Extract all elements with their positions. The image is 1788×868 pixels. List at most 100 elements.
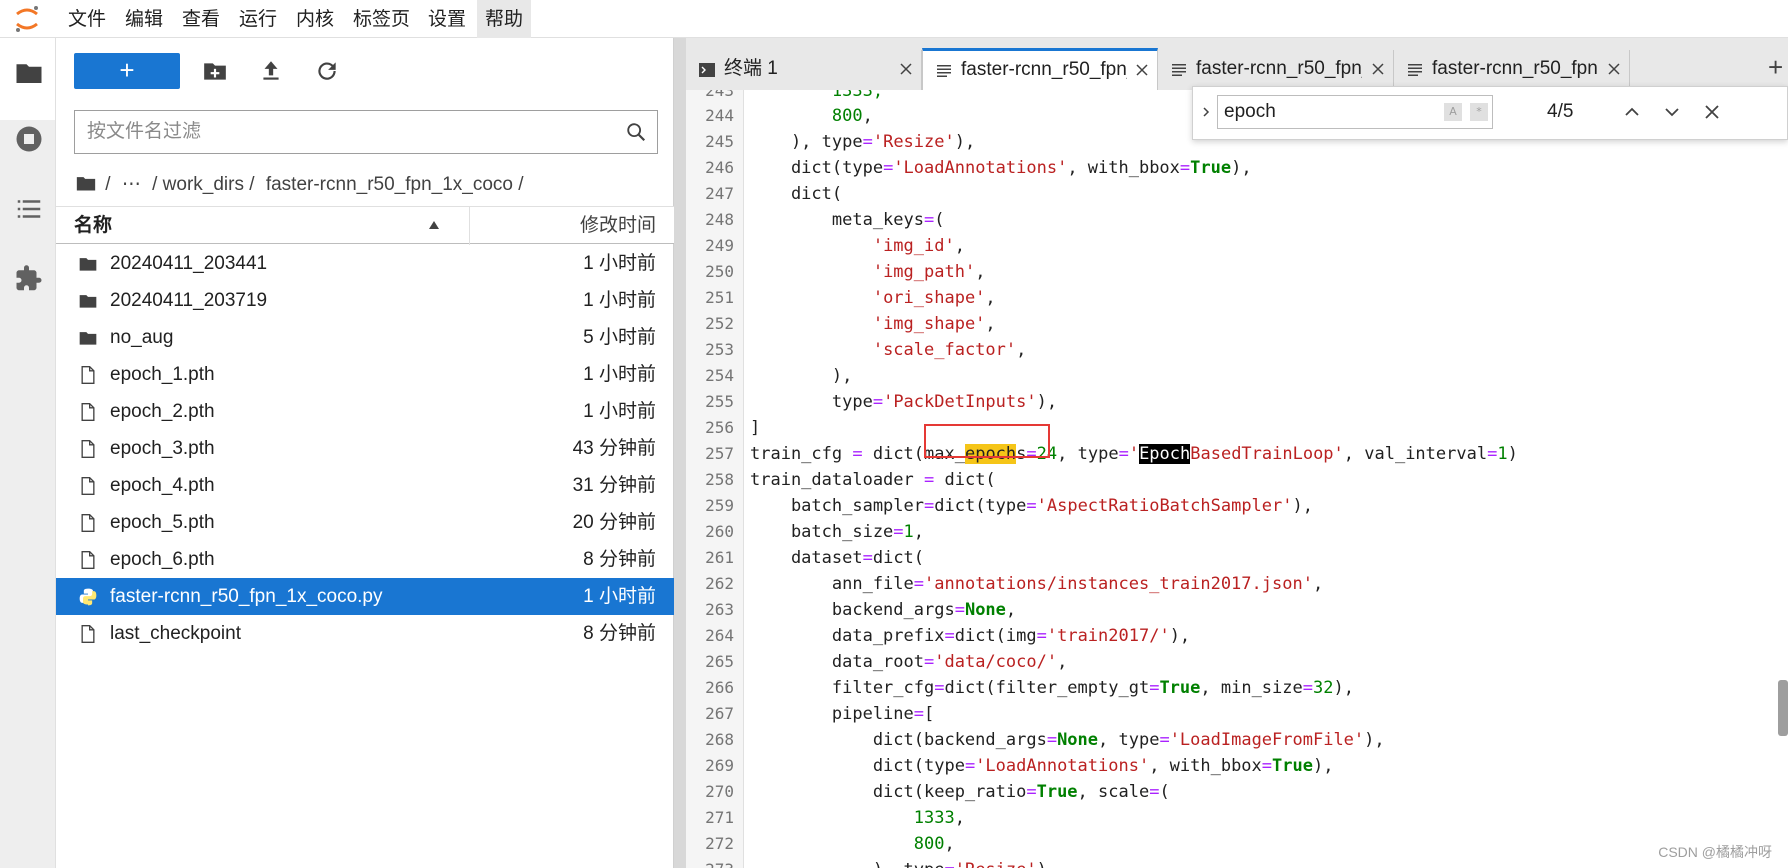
file-row[interactable]: epoch_3.pth 43 分钟前	[56, 430, 674, 467]
filter-input[interactable]	[87, 111, 607, 153]
file-row[interactable]: epoch_1.pth 1 小时前	[56, 356, 674, 393]
code-line[interactable]: 248 meta_keys=(	[686, 207, 1788, 233]
code-line[interactable]: 267 pipeline=[	[686, 701, 1788, 727]
code-line[interactable]: 266 filter_cfg=dict(filter_empty_gt=True…	[686, 675, 1788, 701]
code-line[interactable]: 250 'img_path',	[686, 259, 1788, 285]
code-text: 1333,	[750, 90, 884, 101]
menu-item[interactable]: 帮助	[477, 0, 532, 38]
file-row[interactable]: faster-rcnn_r50_fpn_1x_coco.py 1 小时前	[56, 578, 674, 615]
file-row[interactable]: epoch_5.pth 20 分钟前	[56, 504, 674, 541]
find-input-field[interactable]: A *	[1217, 95, 1493, 129]
code-line[interactable]: 247 dict(	[686, 181, 1788, 207]
code-line[interactable]: 256]	[686, 415, 1788, 441]
list-icon[interactable]	[14, 194, 44, 224]
breadcrumb-work-dirs[interactable]: / work_dirs /	[152, 174, 254, 195]
code-line[interactable]: 257 train_cfg = dict(max_epochs=24, type=…	[686, 441, 1788, 467]
code-line[interactable]: 253 'scale_factor',	[686, 337, 1788, 363]
line-number: 252	[705, 314, 734, 333]
line-number: 248	[705, 210, 734, 229]
menu-item[interactable]: 设置	[420, 0, 474, 38]
close-tab-icon[interactable]	[1369, 60, 1387, 78]
folder-icon	[79, 332, 97, 345]
close-find-icon[interactable]	[1701, 101, 1723, 123]
code-line[interactable]: 268 dict(backend_args=None, type='LoadIm…	[686, 727, 1788, 753]
code-line[interactable]: 263 backend_args=None,	[686, 597, 1788, 623]
code-line[interactable]: 252 'img_shape',	[686, 311, 1788, 337]
file-row[interactable]: 20240411_203719 1 小时前	[56, 282, 674, 319]
code-line[interactable]: 249 'img_id',	[686, 233, 1788, 259]
menu-item[interactable]: 查看	[174, 0, 228, 38]
upload-icon[interactable]	[258, 58, 284, 84]
code-line[interactable]: 262 ann_file='annotations/instances_trai…	[686, 571, 1788, 597]
match-case-toggle[interactable]: A	[1444, 103, 1462, 121]
breadcrumb-root[interactable]: /	[105, 174, 110, 195]
close-tab-icon[interactable]	[897, 60, 915, 78]
code-line[interactable]: 261 dataset=dict(	[686, 545, 1788, 571]
new-launcher-button[interactable]: +	[74, 53, 180, 89]
line-number: 258	[705, 470, 734, 489]
close-tab-icon[interactable]	[1133, 61, 1151, 79]
column-header-name[interactable]: 名称	[74, 207, 112, 245]
file-row[interactable]: epoch_6.pth 8 分钟前	[56, 541, 674, 578]
menu-item[interactable]: 内核	[288, 0, 342, 38]
column-divider[interactable]	[469, 207, 470, 245]
code-line[interactable]: 255 type='PackDetInputs'),	[686, 389, 1788, 415]
line-number: 259	[705, 496, 734, 515]
code-line[interactable]: 264 data_prefix=dict(img='train2017/'),	[686, 623, 1788, 649]
file-row[interactable]: 20240411_203441 1 小时前	[56, 245, 674, 282]
tab-bar: 终端 1 faster-rcnn_r50_fpn_1x faster-rcnn_r5…	[686, 38, 1788, 91]
code-editor[interactable]: 243 1333, 244 800, 245 ), type='Resize'), 2…	[686, 90, 1788, 868]
breadcrumb-ellipsis[interactable]: ⋯	[122, 174, 141, 195]
code-line[interactable]: 273 ), type='Resize'),	[686, 857, 1788, 868]
scrollbar-thumb[interactable]	[1778, 680, 1788, 736]
folder-icon[interactable]	[14, 58, 44, 88]
sort-ascending-icon[interactable]	[428, 220, 440, 230]
close-tab-icon[interactable]	[1605, 60, 1623, 78]
editor-tab[interactable]: faster-rcnn_r50_fpn_1x	[1158, 50, 1394, 90]
code-line[interactable]: 259 batch_sampler=dict(type='AspectRatio…	[686, 493, 1788, 519]
file-row[interactable]: epoch_2.pth 1 小时前	[56, 393, 674, 430]
editor-tab[interactable]: faster-rcnn_r50_fpn.py	[1394, 50, 1630, 90]
next-match-icon[interactable]	[1661, 101, 1683, 123]
breadcrumb-current[interactable]: faster-rcnn_r50_fpn_1x_coco /	[266, 174, 524, 195]
menu-item[interactable]: 标签页	[345, 0, 418, 38]
new-folder-icon[interactable]	[202, 58, 228, 84]
code-line[interactable]: 260 batch_size=1,	[686, 519, 1788, 545]
menu-item[interactable]: 运行	[231, 0, 285, 38]
code-line[interactable]: 271 1333,	[686, 805, 1788, 831]
panel-splitter[interactable]	[674, 38, 686, 868]
home-folder-icon[interactable]	[76, 174, 96, 192]
code-line[interactable]: 265 data_root='data/coco/',	[686, 649, 1788, 675]
editor-tab[interactable]: 终端 1	[686, 50, 922, 90]
find-input[interactable]	[1224, 96, 1424, 128]
filter-field[interactable]	[74, 110, 658, 154]
file-row[interactable]: no_aug 5 小时前	[56, 319, 674, 356]
toggle-replace-chevron-icon[interactable]	[1199, 105, 1213, 119]
line-number: 273	[692, 857, 734, 868]
menu-item[interactable]: 编辑	[117, 0, 171, 38]
code-line[interactable]: 251 'ori_shape',	[686, 285, 1788, 311]
search-icon[interactable]	[625, 121, 647, 143]
extension-puzzle-icon[interactable]	[14, 264, 44, 294]
add-tab-button[interactable]: +	[1768, 52, 1783, 82]
code-text: ), type='Resize'),	[750, 132, 976, 152]
line-number: 257	[705, 444, 734, 463]
previous-match-icon[interactable]	[1621, 101, 1643, 123]
code-line[interactable]: 246 dict(type='LoadAnnotations', with_bb…	[686, 155, 1788, 181]
menu-item[interactable]: 文件	[60, 0, 114, 38]
stop-circle-icon[interactable]	[14, 124, 44, 154]
file-row[interactable]: last_checkpoint 8 分钟前	[56, 615, 674, 652]
editor-tab[interactable]: faster-rcnn_r50_fpn_1x	[922, 48, 1158, 91]
refresh-icon[interactable]	[314, 58, 340, 84]
code-text: ]	[750, 418, 761, 438]
column-header-modified[interactable]: 修改时间	[580, 207, 656, 245]
line-number: 250	[705, 262, 734, 281]
code-line[interactable]: 270 dict(keep_ratio=True, scale=(	[686, 779, 1788, 805]
code-line[interactable]: 269 dict(type='LoadAnnotations', with_bb…	[686, 753, 1788, 779]
code-line[interactable]: 258 train_dataloader = dict(	[686, 467, 1788, 493]
regex-toggle[interactable]: *	[1470, 103, 1488, 121]
jupyter-logo-icon[interactable]	[12, 4, 42, 34]
file-row[interactable]: epoch_4.pth 31 分钟前	[56, 467, 674, 504]
code-line[interactable]: 254 ),	[686, 363, 1788, 389]
code-line[interactable]: 272 800,	[686, 831, 1788, 857]
